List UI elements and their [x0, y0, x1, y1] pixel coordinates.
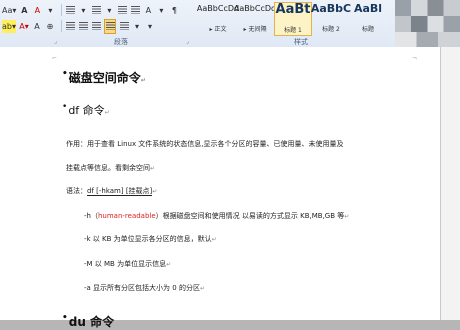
font-color-dropdown[interactable]: ▾ — [45, 4, 55, 17]
style-heading-1[interactable]: AaBt 标题 1 — [274, 2, 312, 36]
style-name: 标题 — [361, 26, 374, 33]
option-h: -h（human-readable）根据磁盘空间和使用情况 以易读的方式显示 K… — [84, 211, 349, 221]
syntax-command: df [-hkam] [挂载点] — [87, 187, 153, 196]
style-name: ▸ 无间隔 — [243, 26, 267, 33]
numbering-icon — [91, 6, 101, 14]
option-keyword: human-readable — [97, 212, 156, 220]
description-text: 挂载点等信息。看剩余空间 — [66, 164, 150, 172]
ribbon-group-labels: ⌟ 段落 ⌟ 样式 — [0, 37, 460, 47]
enclose-char-button[interactable]: ⊕ — [45, 20, 55, 33]
paragraph-mark: ↵ — [211, 236, 217, 243]
decrease-indent-button[interactable] — [117, 4, 127, 17]
bullets-dropdown[interactable]: ▾ — [78, 4, 88, 17]
heading-text: 磁盘空间命令 — [68, 71, 141, 85]
highlight-button[interactable]: ab▾ — [2, 19, 16, 33]
margin-corner-mark: ⌐ — [52, 55, 58, 62]
styles-group-label: 样式 — [294, 38, 308, 46]
option-text: -a 显示所有分区包括大小为 0 的分区 — [84, 284, 200, 292]
grow-font-icon[interactable]: A — [19, 4, 29, 17]
option-text: -h（ — [84, 212, 98, 220]
font-dialog-launcher-icon[interactable]: ⌟ — [54, 38, 57, 45]
increase-indent-button[interactable] — [130, 4, 140, 17]
style-preview: AaBt — [275, 2, 311, 17]
heading-du: •du 命令 — [62, 313, 114, 330]
distributed-button[interactable] — [119, 20, 129, 33]
show-marks-button[interactable]: ¶ — [169, 4, 179, 17]
style-name: 标题 1 — [284, 27, 302, 34]
justify-icon — [105, 22, 115, 30]
heading-text: df 命令 — [68, 104, 105, 117]
align-center-icon — [78, 22, 88, 30]
option-text: ）根据磁盘空间和使用情况 以易读的方式显示 KB,MB,GB 等 — [155, 212, 345, 220]
ribbon: Aa▾ A A ▾ ▾ ▾ A ▾ ¶ ab▾ A▾ A ⊕ ▾ ▾ AaBbC… — [0, 0, 460, 48]
numbering-button[interactable] — [91, 4, 101, 17]
bullets-button[interactable] — [65, 4, 75, 17]
shading-dropdown[interactable]: ▾ — [145, 20, 155, 33]
font-toolbar-row: Aa▾ A A ▾ ▾ ▾ A ▾ ¶ — [2, 2, 182, 18]
style-name: 标题 2 — [322, 26, 340, 33]
font-color-button[interactable]: A — [32, 4, 42, 17]
pixelated-region — [395, 0, 460, 47]
style-normal[interactable]: AaBbCcDd ▸ 正文 — [196, 2, 240, 34]
text-color-button[interactable]: A▾ — [19, 20, 29, 33]
style-heading-2[interactable]: AaBbC 标题 2 — [310, 2, 352, 34]
heading-text: du 命令 — [68, 315, 115, 329]
document-page[interactable]: ⌐ ¬ •磁盘空间命令↵ •df 命令↵ 作用：用于查看 Linux 文件系统的… — [0, 47, 441, 329]
paragraph-group-label: 段落 — [114, 38, 128, 46]
style-no-spacing[interactable]: AaBbCcDd ▸ 无间隔 — [233, 2, 277, 34]
paragraph-mark: ↵ — [199, 285, 205, 292]
style-preview: AaBbCcDd — [196, 4, 240, 13]
option-text: -k 以 KB 为单位显示各分区的信息，默认 — [84, 235, 212, 243]
heading-bullet: • — [62, 102, 68, 112]
separator — [61, 20, 62, 32]
paragraph-mark: ↵ — [140, 77, 146, 84]
syntax-line: 语法：df [-hkam] [挂载点]↵ — [66, 186, 157, 196]
char-shading-button[interactable]: A — [32, 20, 42, 33]
line-spacing-dropdown[interactable]: ▾ — [132, 20, 142, 33]
paragraph-mark: ↵ — [104, 109, 110, 116]
heading-bullet: • — [62, 313, 68, 323]
justify-button[interactable] — [104, 18, 116, 34]
paragraph-mark: ↵ — [166, 261, 172, 268]
sort-button[interactable]: A — [143, 4, 153, 17]
paragraph-mark: ↵ — [344, 213, 350, 220]
style-preview: AaBbC — [310, 2, 352, 15]
paragraph-toolbar-row: ab▾ A▾ A ⊕ ▾ ▾ — [2, 18, 158, 34]
change-case-button[interactable]: Aa▾ — [2, 4, 16, 17]
paragraph-dialog-launcher-icon[interactable]: ⌟ — [186, 38, 189, 45]
align-left-icon — [65, 22, 75, 30]
numbering-dropdown[interactable]: ▾ — [104, 4, 114, 17]
right-gutter — [441, 47, 460, 320]
align-right-button[interactable] — [91, 20, 101, 33]
option-a: -a 显示所有分区包括大小为 0 的分区↵ — [84, 283, 205, 293]
bullets-icon — [65, 6, 75, 14]
decrease-indent-icon — [117, 6, 127, 14]
heading-df: •df 命令↵ — [62, 102, 110, 118]
paragraph-mark: ↵ — [150, 165, 156, 172]
distributed-icon — [119, 22, 129, 30]
option-k: -k 以 KB 为单位显示各分区的信息，默认↵ — [84, 234, 217, 244]
heading-disk-space: •磁盘空间命令↵ — [62, 69, 146, 86]
option-M: -M 以 MB 为单位显示信息↵ — [84, 259, 171, 269]
style-preview: AaBl — [353, 2, 383, 15]
increase-indent-icon — [130, 6, 140, 14]
margin-corner-mark: ¬ — [412, 55, 418, 62]
description-line-2: 挂载点等信息。看剩余空间↵ — [66, 163, 155, 173]
style-preview: AaBbCcDd — [233, 4, 277, 13]
align-left-button[interactable] — [65, 20, 75, 33]
align-right-icon — [91, 22, 101, 30]
style-name: ▸ 正文 — [209, 26, 227, 33]
sort-dropdown[interactable]: ▾ — [156, 4, 166, 17]
description-line-1: 作用：用于查看 Linux 文件系统的状态信息,显示各个分区的容量、已使用量、未… — [66, 140, 344, 148]
style-title[interactable]: AaBl 标题 — [350, 2, 386, 34]
heading-bullet: • — [62, 69, 68, 79]
paragraph-mark: ↵ — [152, 188, 158, 195]
separator — [61, 4, 63, 16]
align-center-button[interactable] — [78, 20, 88, 33]
styles-gallery: AaBbCcDd ▸ 正文 AaBbCcDd ▸ 无间隔 AaBt 标题 1 A… — [196, 2, 387, 36]
syntax-label: 语法： — [66, 187, 87, 195]
option-text: -M 以 MB 为单位显示信息 — [84, 260, 167, 268]
